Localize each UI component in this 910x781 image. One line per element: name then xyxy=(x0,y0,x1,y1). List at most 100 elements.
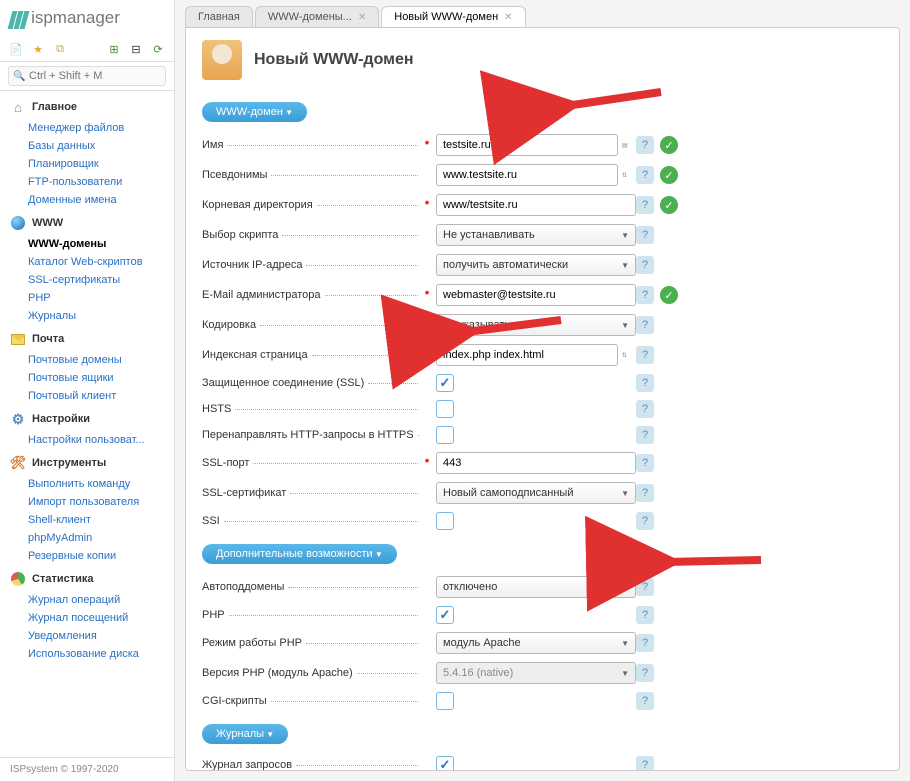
mail-icon xyxy=(10,331,26,347)
nav-item[interactable]: Импорт пользователя xyxy=(0,493,174,511)
help-icon[interactable]: ? xyxy=(636,426,654,444)
help-icon[interactable]: ? xyxy=(636,316,654,334)
tab[interactable]: WWW-домены...✕ xyxy=(255,6,379,27)
search-input[interactable] xyxy=(8,66,166,86)
section-www-domain[interactable]: WWW-домен xyxy=(202,102,307,122)
collapse-icon[interactable]: ⊟ xyxy=(128,41,144,57)
nav-item[interactable]: Журналы xyxy=(0,307,174,325)
label-ssl: Защищенное соединение (SSL) xyxy=(202,377,364,389)
nav-item[interactable]: Журнал операций xyxy=(0,591,174,609)
nav-item[interactable]: Доменные имена xyxy=(0,191,174,209)
nav-item[interactable]: Резервные копии xyxy=(0,547,174,565)
help-icon[interactable]: ? xyxy=(636,286,654,304)
help-icon[interactable]: ? xyxy=(636,166,654,184)
nav-item[interactable]: phpMyAdmin xyxy=(0,529,174,547)
checkbox-cgi[interactable] xyxy=(436,692,454,710)
input-index[interactable] xyxy=(436,344,618,366)
checkbox-php[interactable] xyxy=(436,606,454,624)
label-sslcert: SSL-сертификат xyxy=(202,487,286,499)
checkbox-ssl[interactable] xyxy=(436,374,454,392)
checkbox-hredir[interactable] xyxy=(436,426,454,444)
nav-section-header[interactable]: WWW xyxy=(0,211,174,235)
close-icon[interactable]: ✕ xyxy=(504,12,512,23)
label-cgi: CGI-скрипты xyxy=(202,695,267,707)
nav-section-header[interactable]: 🛠Инструменты xyxy=(0,451,174,475)
nav-item[interactable]: Уведомления xyxy=(0,627,174,645)
nav-item[interactable]: Планировщик xyxy=(0,155,174,173)
help-icon[interactable]: ? xyxy=(636,606,654,624)
help-icon[interactable]: ? xyxy=(636,484,654,502)
help-icon[interactable]: ? xyxy=(636,256,654,274)
nav-item[interactable]: Почтовые домены xyxy=(0,351,174,369)
nav-item[interactable]: PHP xyxy=(0,289,174,307)
nav-item[interactable]: Использование диска xyxy=(0,645,174,663)
label-alias: Псевдонимы xyxy=(202,169,267,181)
copy-icon[interactable]: ⧉ xyxy=(52,41,68,57)
select-phpmode[interactable]: модуль Apache▼ xyxy=(436,632,636,654)
help-icon[interactable]: ? xyxy=(636,136,654,154)
close-icon[interactable]: ✕ xyxy=(358,12,366,23)
expand-icon[interactable]: ⊞ xyxy=(106,41,122,57)
nav-section-header[interactable]: ⚙Настройки xyxy=(0,407,174,431)
help-icon[interactable]: ? xyxy=(636,692,654,710)
nav-item[interactable]: FTP-пользователи xyxy=(0,173,174,191)
nav-section-header[interactable]: Почта xyxy=(0,327,174,351)
help-icon[interactable]: ? xyxy=(636,756,654,771)
help-icon[interactable]: ? xyxy=(636,454,654,472)
validation-ok-icon: ✓ xyxy=(660,136,678,154)
pie-icon xyxy=(10,571,26,587)
nav-section-header[interactable]: ⌂Главное xyxy=(0,95,174,119)
select-encoding[interactable]: не указывать▼ xyxy=(436,314,636,336)
select-script[interactable]: Не устанавливать▼ xyxy=(436,224,636,246)
nav-item[interactable]: Почтовые ящики xyxy=(0,369,174,387)
input-suggest-icon[interactable]: ▤ xyxy=(622,142,636,149)
nav-item[interactable]: SSL-сертификаты xyxy=(0,271,174,289)
select-ipsrc[interactable]: получить автоматически▼ xyxy=(436,254,636,276)
select-sslcert[interactable]: Новый самоподписанный▼ xyxy=(436,482,636,504)
help-icon[interactable]: ? xyxy=(636,578,654,596)
nav-item[interactable]: Почтовый клиент xyxy=(0,387,174,405)
select-autosub[interactable]: отключено▼ xyxy=(436,576,636,598)
label-hsts: HSTS xyxy=(202,403,231,415)
nav-item[interactable]: Выполнить команду xyxy=(0,475,174,493)
section-logs[interactable]: Журналы xyxy=(202,724,288,744)
help-icon[interactable]: ? xyxy=(636,346,654,364)
checkbox-hsts[interactable] xyxy=(436,400,454,418)
nav-item[interactable]: WWW-домены xyxy=(0,235,174,253)
input-sslport[interactable] xyxy=(436,452,636,474)
nav-item[interactable]: Базы данных xyxy=(0,137,174,155)
help-icon[interactable]: ? xyxy=(636,226,654,244)
nav-section-header[interactable]: Статистика xyxy=(0,567,174,591)
nav-item[interactable]: Shell-клиент xyxy=(0,511,174,529)
updown-icon[interactable]: ⇅ xyxy=(622,352,636,359)
star-icon[interactable]: ★ xyxy=(30,41,46,57)
tab[interactable]: Новый WWW-домен✕ xyxy=(381,6,525,27)
nav-section-title: Статистика xyxy=(32,573,94,585)
checkbox-reqlog[interactable] xyxy=(436,756,454,771)
help-icon[interactable]: ? xyxy=(636,634,654,652)
help-icon[interactable]: ? xyxy=(636,512,654,530)
input-name[interactable] xyxy=(436,134,618,156)
help-icon[interactable]: ? xyxy=(636,400,654,418)
page-title: Новый WWW-домен xyxy=(254,51,414,69)
input-root[interactable] xyxy=(436,194,636,216)
input-email[interactable] xyxy=(436,284,636,306)
refresh-icon[interactable]: ⟳ xyxy=(150,41,166,57)
nav-item[interactable]: Менеджер файлов xyxy=(0,119,174,137)
nav-item[interactable]: Настройки пользоват... xyxy=(0,431,174,449)
input-alias[interactable] xyxy=(436,164,618,186)
updown-icon[interactable]: ⇅ xyxy=(622,172,636,179)
help-icon[interactable]: ? xyxy=(636,196,654,214)
checkbox-ssi[interactable] xyxy=(436,512,454,530)
label-ipsrc: Источник IP-адреса xyxy=(202,259,302,271)
doc-icon[interactable]: 📄 xyxy=(8,41,24,57)
label-ssi: SSI xyxy=(202,515,220,527)
section-extra[interactable]: Дополнительные возможности xyxy=(202,544,397,564)
nav-item[interactable]: Журнал посещений xyxy=(0,609,174,627)
tab[interactable]: Главная xyxy=(185,6,253,27)
nav-item[interactable]: Каталог Web-скриптов xyxy=(0,253,174,271)
help-icon[interactable]: ? xyxy=(636,374,654,392)
logo: ispmanager xyxy=(0,0,174,37)
label-sslport: SSL-порт xyxy=(202,457,249,469)
help-icon[interactable]: ? xyxy=(636,664,654,682)
